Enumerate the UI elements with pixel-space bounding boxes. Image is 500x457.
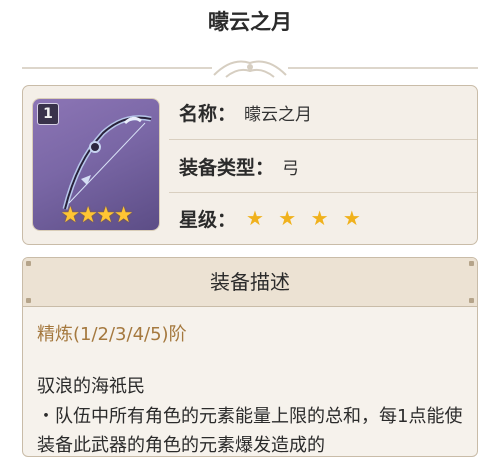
type-value: 弓 [282,158,300,179]
description-panel: 装备描述 精炼(1/2/3/4/5)阶 驭浪的海祇民 ・队伍中所有角色的元素能量… [22,257,478,457]
rarity-label: 星级： [179,208,237,231]
rarity-stars-overlay: ★★★★ [60,203,134,228]
type-row: 装备类型： 弓 [169,139,477,193]
refinement-text: 精炼(1/2/3/4/5)阶 [37,324,187,345]
ornament-divider [22,60,478,78]
type-label: 装备类型： [179,156,275,179]
corner-ornament [26,298,31,303]
weapon-info-card: 1 ★★★★ 名称： 曚云之月 装备类型： 弓 星级： ★ ★ ★ ★ [22,85,478,245]
rarity-row: 星级： ★ ★ ★ ★ [169,192,477,244]
description-title: 装备描述 [210,270,290,294]
refine-level-badge: 1 [37,103,59,125]
corner-ornament [469,298,474,303]
name-label: 名称： [179,102,237,125]
corner-ornament [469,261,474,266]
rarity-stars: ★ ★ ★ ★ [246,206,365,230]
weapon-image[interactable]: 1 ★★★★ [33,99,159,230]
description-header: 装备描述 [23,258,477,307]
passive-description: ・队伍中所有角色的元素能量上限的总和，每1点能使装备此武器的角色的元素爆发造成的 [37,406,463,456]
passive-name: 驭浪的海祇民 [37,376,145,397]
page-title: 曚云之月 [208,10,292,34]
corner-ornament [26,261,31,266]
name-row: 名称： 曚云之月 [169,86,477,138]
name-value: 曚云之月 [244,104,313,125]
